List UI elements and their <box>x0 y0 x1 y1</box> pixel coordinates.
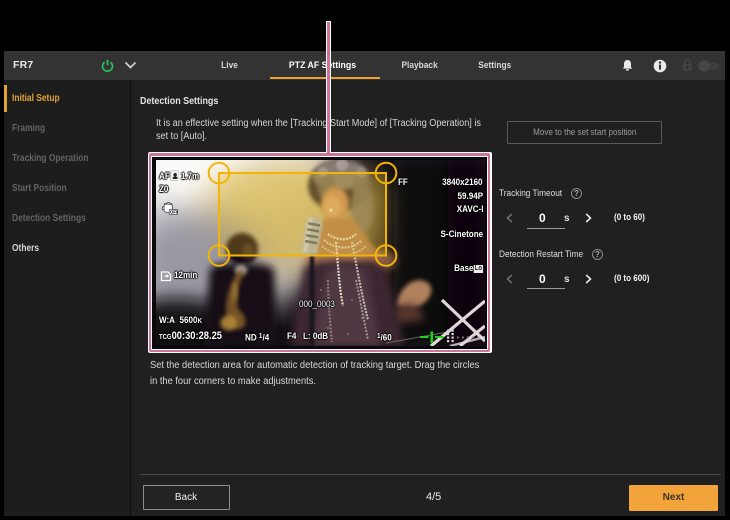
svg-text:OFF: OFF <box>169 210 177 215</box>
